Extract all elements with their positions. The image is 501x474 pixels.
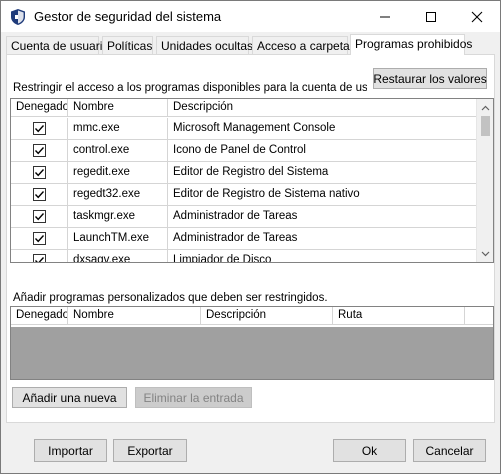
prohibited-programs-grid[interactable]: Denegado Nombre Descripción mmc.exe Micro… (10, 98, 494, 263)
maximize-button[interactable] (408, 1, 454, 32)
denied-cell (11, 206, 68, 227)
custom-column-filler (465, 307, 493, 325)
table-row[interactable]: control.exe Icono de Panel de Control (11, 140, 477, 162)
tab-strip: Cuenta de usuario Políticas Unidades ocu… (6, 34, 496, 55)
restore-defaults-button[interactable]: Restaurar los valores (373, 68, 487, 89)
checkmark-icon (34, 125, 44, 133)
cancel-button[interactable]: Cancelar (413, 439, 486, 462)
checkmark-icon (34, 235, 44, 243)
custom-column-name[interactable]: Nombre (68, 307, 201, 325)
table-row[interactable]: mmc.exe Microsoft Management Console (11, 118, 477, 140)
minimize-button[interactable] (362, 1, 408, 32)
denied-cell (11, 118, 68, 139)
program-name-cell[interactable]: regedt32.exe (68, 184, 168, 205)
program-name-cell[interactable]: taskmgr.exe (68, 206, 168, 227)
shield-icon (10, 8, 26, 26)
window-title: Gestor de seguridad del sistema (34, 9, 222, 24)
minimize-icon (380, 16, 390, 17)
column-description[interactable]: Descripción (168, 99, 477, 117)
table-row[interactable]: dxsagv.exe Limpiador de Disco (11, 250, 477, 262)
grid-rows: mmc.exe Microsoft Management Console contr… (11, 118, 477, 262)
tab-user-account[interactable]: Cuenta de usuario (6, 36, 109, 54)
denied-cell (11, 140, 68, 161)
import-button[interactable]: Importar (34, 439, 107, 462)
tab-hidden-drives[interactable]: Unidades ocultas (156, 36, 253, 54)
grid-header: Denegado Nombre Descripción (11, 99, 477, 117)
program-description-cell[interactable]: Limpiador de Disco (168, 250, 477, 262)
export-button[interactable]: Exportar (113, 439, 187, 462)
denied-checkbox[interactable] (32, 122, 46, 135)
table-row[interactable]: taskmgr.exe Administrador de Tareas (11, 206, 477, 228)
remove-entry-button[interactable]: Eliminar la entrada (135, 387, 252, 408)
custom-column-description[interactable]: Descripción (201, 307, 333, 325)
denied-checkbox[interactable] (32, 210, 46, 223)
close-button[interactable] (454, 1, 500, 32)
grid-vertical-scrollbar[interactable] (476, 99, 493, 262)
ok-button[interactable]: Ok (333, 439, 406, 462)
tab-prohibited-programs[interactable]: Programas prohibidos (350, 34, 472, 55)
program-description-cell[interactable]: Microsoft Management Console (168, 118, 477, 139)
close-icon (471, 11, 483, 22)
custom-programs-grid[interactable]: Denegado Nombre Descripción Ruta (10, 306, 494, 380)
program-description-cell[interactable]: Icono de Panel de Control (168, 140, 477, 161)
denied-checkbox[interactable] (32, 166, 46, 179)
security-manager-window: Gestor de seguridad del sistema Cuenta d… (0, 0, 501, 474)
scroll-up-icon[interactable] (477, 99, 493, 116)
column-denied[interactable]: Denegado (11, 99, 68, 117)
program-name-cell[interactable]: regedit.exe (68, 162, 168, 183)
custom-programs-label: Añadir programas personalizados que debe… (13, 292, 328, 304)
column-name[interactable]: Nombre (68, 99, 168, 117)
program-description-cell[interactable]: Administrador de Tareas (168, 206, 477, 227)
program-name-cell[interactable]: LaunchTM.exe (68, 228, 168, 249)
program-name-cell[interactable]: mmc.exe (68, 118, 168, 139)
custom-column-path[interactable]: Ruta (333, 307, 465, 325)
program-description-cell[interactable]: Editor de Registro de Sistema nativo (168, 184, 477, 205)
program-description-cell[interactable]: Editor de Registro del Sistema (168, 162, 477, 183)
table-row[interactable]: regedt32.exe Editor de Registro de Sistem… (11, 184, 477, 206)
program-description-cell[interactable]: Administrador de Tareas (168, 228, 477, 249)
maximize-icon (426, 11, 436, 22)
custom-grid-header: Denegado Nombre Descripción Ruta (11, 307, 493, 325)
tab-folder-access[interactable]: Acceso a carpetas (252, 36, 356, 54)
scroll-down-icon[interactable] (477, 245, 493, 262)
table-row[interactable]: regedit.exe Editor de Registro del Sistem… (11, 162, 477, 184)
denied-cell (11, 162, 68, 183)
restrict-access-label: Restringir el acceso a los programas dis… (13, 82, 367, 94)
program-name-cell[interactable]: control.exe (68, 140, 168, 161)
checkmark-icon (34, 257, 44, 262)
title-bar: Gestor de seguridad del sistema (1, 1, 500, 32)
denied-cell (11, 250, 68, 262)
program-name-cell[interactable]: dxsagv.exe (68, 250, 168, 262)
denied-checkbox[interactable] (32, 144, 46, 157)
prohibited-programs-panel: Restringir el acceso a los programas dis… (6, 54, 495, 423)
denied-checkbox[interactable] (32, 254, 46, 262)
tab-policies[interactable]: Políticas (102, 36, 153, 54)
denied-checkbox[interactable] (32, 232, 46, 245)
custom-grid-empty-area[interactable] (11, 327, 493, 379)
denied-cell (11, 228, 68, 249)
checkmark-icon (34, 191, 44, 199)
checkmark-icon (34, 213, 44, 221)
table-row[interactable]: LaunchTM.exe Administrador de Tareas (11, 228, 477, 250)
denied-checkbox[interactable] (32, 188, 46, 201)
scroll-thumb[interactable] (481, 116, 490, 136)
denied-cell (11, 184, 68, 205)
checkmark-icon (34, 147, 44, 155)
add-new-button[interactable]: Añadir una nueva (12, 387, 127, 408)
checkmark-icon (34, 169, 44, 177)
custom-column-denied[interactable]: Denegado (11, 307, 68, 325)
